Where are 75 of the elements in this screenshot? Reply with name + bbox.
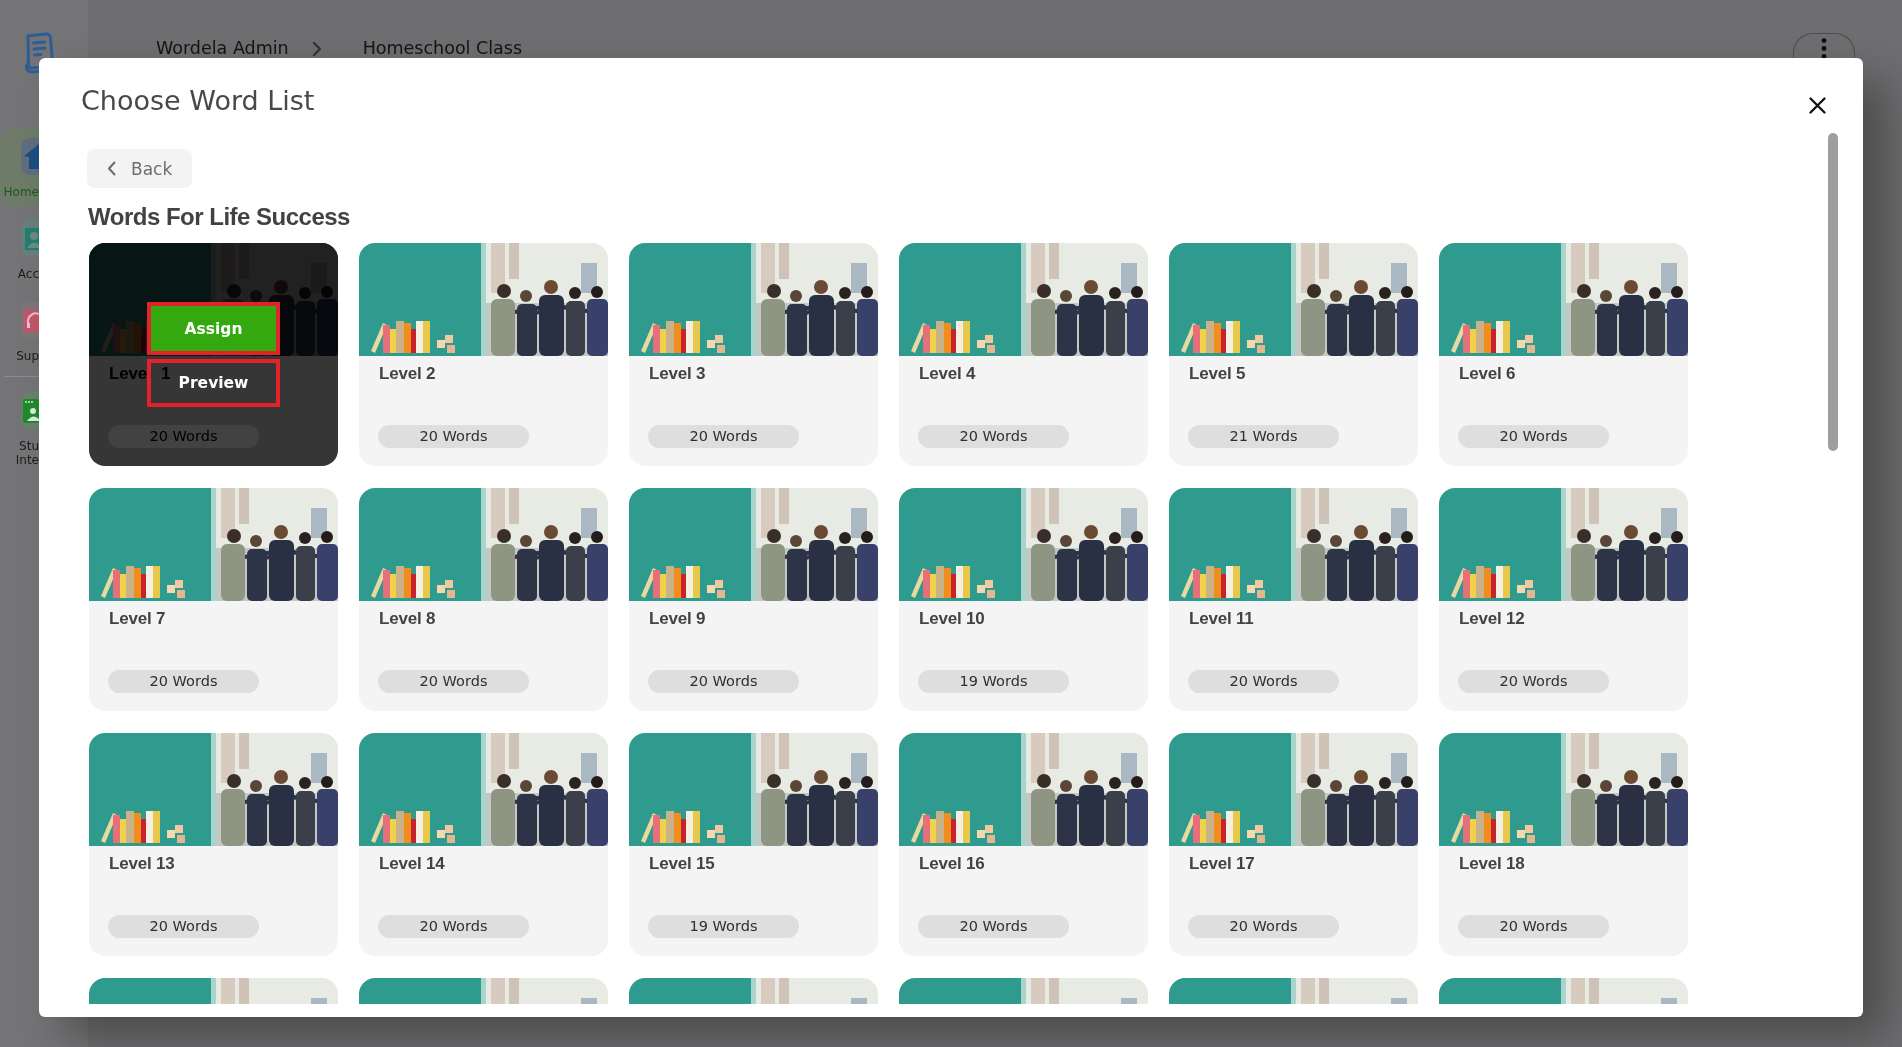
sidebar-item[interactable]: Acc (0, 210, 39, 289)
back-button[interactable]: Back (87, 149, 193, 188)
person-icon (21, 220, 39, 257)
chevron-left-icon (107, 161, 116, 176)
more-icon (1821, 38, 1827, 59)
cover-drawing[interactable] (89, 978, 338, 1004)
word-list-card[interactable]: Level 18 20 Words (1439, 733, 1688, 956)
cover-drawing[interactable] (359, 978, 608, 1004)
word-list-card[interactable]: Level 11 20 Words (1169, 488, 1418, 711)
cover-drawing[interactable] (899, 978, 1148, 1004)
word-count-badge: 20 Words (648, 425, 799, 448)
breadcrumb-link[interactable]: Homeschool Class (362, 38, 523, 58)
chevron-right-icon (311, 42, 322, 56)
word-list-card[interactable]: Level 14 20 Words (359, 733, 608, 956)
word-list-card[interactable]: Level 16 20 Words (899, 733, 1148, 956)
home-icon (21, 138, 39, 175)
level-title: Level 4 (919, 363, 976, 385)
word-list-card[interactable]: Level 15 19 Words (629, 733, 878, 956)
word-list-card[interactable]: Level 8 20 Words (359, 488, 608, 711)
level-title: Level 5 (1189, 363, 1246, 385)
word-count-badge: 20 Words (1188, 915, 1339, 938)
word-count-badge: 19 Words (648, 915, 799, 938)
word-list-card[interactable]: Level 6 20 Words (1439, 243, 1688, 466)
close-icon[interactable] (1809, 97, 1826, 114)
word-count-badge: 20 Words (378, 670, 529, 693)
level-title: Level 3 (649, 363, 706, 385)
level-title: Level 17 (1189, 853, 1255, 875)
word-count-badge: 20 Words (648, 670, 799, 693)
word-list-card[interactable]: Level 17 20 Words (1169, 733, 1418, 956)
word-count-badge: 20 Words (378, 915, 529, 938)
word-count-badge: 20 Words (1458, 915, 1609, 938)
level-title: Level 18 (1459, 853, 1525, 875)
browser-window-icon (21, 392, 39, 429)
word-count-badge: 20 Words (1188, 670, 1339, 693)
word-count-badge: 20 Words (918, 915, 1069, 938)
section-title: Words For Life Success (87, 203, 350, 231)
level-title: Level 10 (919, 608, 985, 630)
scrollbar[interactable] (1828, 133, 1838, 451)
level-title: Level 16 (919, 853, 985, 875)
word-list-card[interactable]: Level 5 21 Words (1169, 243, 1418, 466)
level-title: Level 11 (1189, 608, 1254, 630)
level-title: Level 7 (109, 608, 166, 630)
word-count-badge: 20 Words (378, 425, 529, 448)
headset-icon (21, 302, 39, 339)
cover-drawing[interactable] (1439, 978, 1688, 1004)
dialog-title: Choose Word List (81, 84, 315, 118)
word-count-badge: 20 Words (108, 670, 259, 693)
level-title: Level 9 (649, 608, 706, 630)
word-count-badge: 20 Words (918, 425, 1069, 448)
word-count-badge: 19 Words (918, 670, 1069, 693)
level-title: Level 14 (379, 853, 445, 875)
word-list-card[interactable]: Level 4 20 Words (899, 243, 1148, 466)
level-title: Level 13 (109, 853, 175, 875)
sidebar-item[interactable]: Sup (0, 292, 39, 371)
word-list-card[interactable]: Level 9 20 Words (629, 488, 878, 711)
word-list-card[interactable]: Level 2 20 Words (359, 243, 608, 466)
level-title: Level 12 (1459, 608, 1525, 630)
word-count-badge: 20 Words (108, 425, 259, 448)
level-title: Level 6 (1459, 363, 1516, 385)
word-count-badge: 20 Words (108, 915, 259, 938)
word-count-badge: 20 Words (1458, 670, 1609, 693)
word-list-card[interactable]: Level 13 20 Words (89, 733, 338, 956)
sidebar-item[interactable]: Stu Inte (0, 382, 39, 475)
word-list-card[interactable]: Level 10 19 Words (899, 488, 1148, 711)
level-title: Level 2 (379, 363, 436, 385)
word-list-card[interactable]: Level 7 20 Words (89, 488, 338, 711)
word-count-badge: 20 Words (1458, 425, 1609, 448)
cover-drawing[interactable] (629, 978, 878, 1004)
level-title: Level 15 (649, 853, 715, 875)
word-list-card[interactable]: Level 3 20 Words (629, 243, 878, 466)
cover-drawing[interactable] (1169, 978, 1418, 1004)
level-title: Level 8 (379, 608, 436, 630)
word-list-card[interactable]: Level 12 20 Words (1439, 488, 1688, 711)
breadcrumb-link[interactable]: Wordela Admin (156, 38, 289, 58)
word-count-badge: 21 Words (1188, 425, 1339, 448)
